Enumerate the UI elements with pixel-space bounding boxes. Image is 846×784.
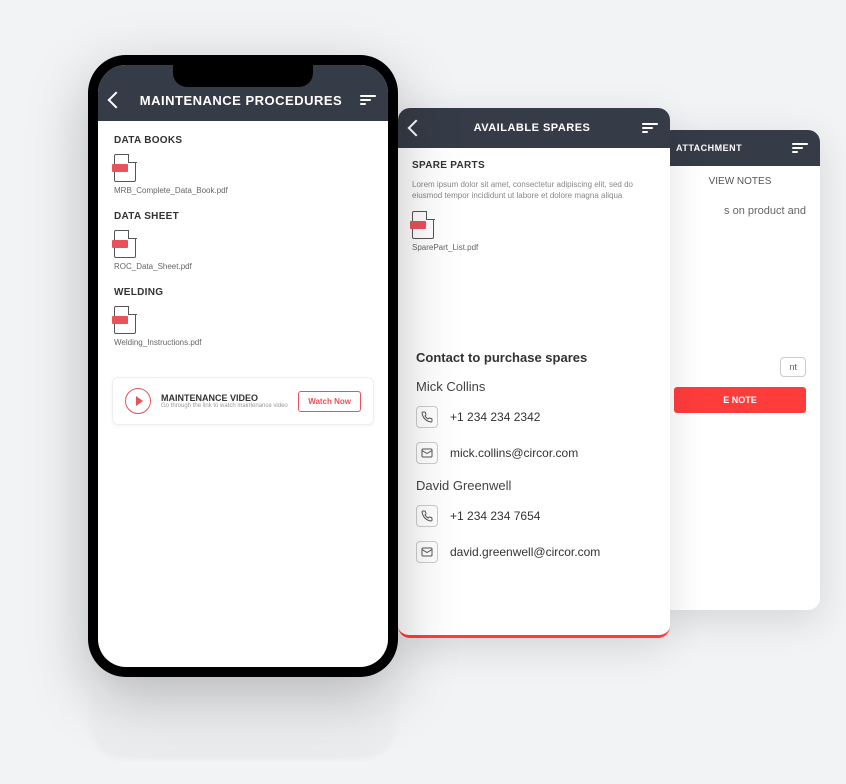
pdf-icon — [412, 211, 434, 239]
section-desc: Lorem ipsum dolor sit amet, consectetur … — [412, 179, 656, 201]
phone-icon — [416, 406, 438, 428]
header-title: ATTACHMENT — [672, 143, 792, 153]
contact-name: David Greenwell — [416, 478, 652, 493]
phone-icon — [416, 505, 438, 527]
contact-email-row[interactable]: mick.collins@circor.com — [416, 442, 652, 464]
email-value: david.greenwell@circor.com — [450, 545, 600, 559]
email-icon — [416, 541, 438, 563]
contact-header: Contact to purchase spares — [416, 350, 652, 365]
file-name: Welding_Instructions.pdf — [114, 338, 372, 347]
file-name: MRB_Complete_Data_Book.pdf — [114, 186, 372, 195]
file-item[interactable]: SparePart_List.pdf — [412, 211, 656, 252]
filter-icon[interactable] — [642, 123, 658, 133]
attachment-card: ATTACHMENT VIEW NOTES s on product and n… — [660, 130, 820, 610]
section-label: WELDING — [114, 287, 372, 298]
file-item[interactable]: ROC_Data_Sheet.pdf — [114, 230, 372, 271]
watch-now-button[interactable]: Watch Now — [298, 391, 361, 412]
filter-icon[interactable] — [792, 143, 808, 153]
phone-value: +1 234 234 7654 — [450, 509, 540, 523]
header: ATTACHMENT — [660, 130, 820, 166]
section-label: DATA BOOKS — [114, 135, 372, 146]
pdf-icon — [114, 154, 136, 182]
filter-icon[interactable] — [360, 95, 376, 105]
header: AVAILABLE SPARES — [398, 108, 670, 148]
email-icon — [416, 442, 438, 464]
file-name: SparePart_List.pdf — [412, 243, 656, 252]
create-note-button[interactable]: E NOTE — [674, 387, 806, 413]
maintenance-video-box: MAINTENANCE VIDEO Go through the link to… — [112, 377, 374, 425]
section-label: DATA SHEET — [114, 211, 372, 222]
notes-text-fragment: s on product and — [660, 195, 820, 227]
attachment-pill[interactable]: nt — [780, 357, 806, 377]
phone-frame: MAINTENANCE PROCEDURES DATA BOOKS MRB_Co… — [88, 55, 398, 677]
phone-value: +1 234 234 2342 — [450, 410, 540, 424]
email-value: mick.collins@circor.com — [450, 446, 578, 460]
file-name: ROC_Data_Sheet.pdf — [114, 262, 372, 271]
pdf-icon — [114, 230, 136, 258]
video-subtitle: Go through the link to watch maintenance… — [161, 403, 288, 409]
file-item[interactable]: Welding_Instructions.pdf — [114, 306, 372, 347]
contact-name: Mick Collins — [416, 379, 652, 394]
phone-screen: MAINTENANCE PROCEDURES DATA BOOKS MRB_Co… — [98, 65, 388, 667]
header-title: MAINTENANCE PROCEDURES — [122, 93, 360, 108]
contact-phone-row[interactable]: +1 234 234 7654 — [416, 505, 652, 527]
section-label: SPARE PARTS — [412, 160, 656, 171]
file-item[interactable]: MRB_Complete_Data_Book.pdf — [114, 154, 372, 195]
play-icon — [125, 388, 151, 414]
contact-email-row[interactable]: david.greenwell@circor.com — [416, 541, 652, 563]
phone-notch — [173, 65, 313, 87]
contact-phone-row[interactable]: +1 234 234 2342 — [416, 406, 652, 428]
available-spares-card: AVAILABLE SPARES SPARE PARTS Lorem ipsum… — [398, 108, 670, 638]
header-title: AVAILABLE SPARES — [422, 122, 642, 134]
video-title: MAINTENANCE VIDEO — [161, 393, 288, 403]
pdf-icon — [114, 306, 136, 334]
tab-view-notes[interactable]: VIEW NOTES — [660, 166, 820, 195]
